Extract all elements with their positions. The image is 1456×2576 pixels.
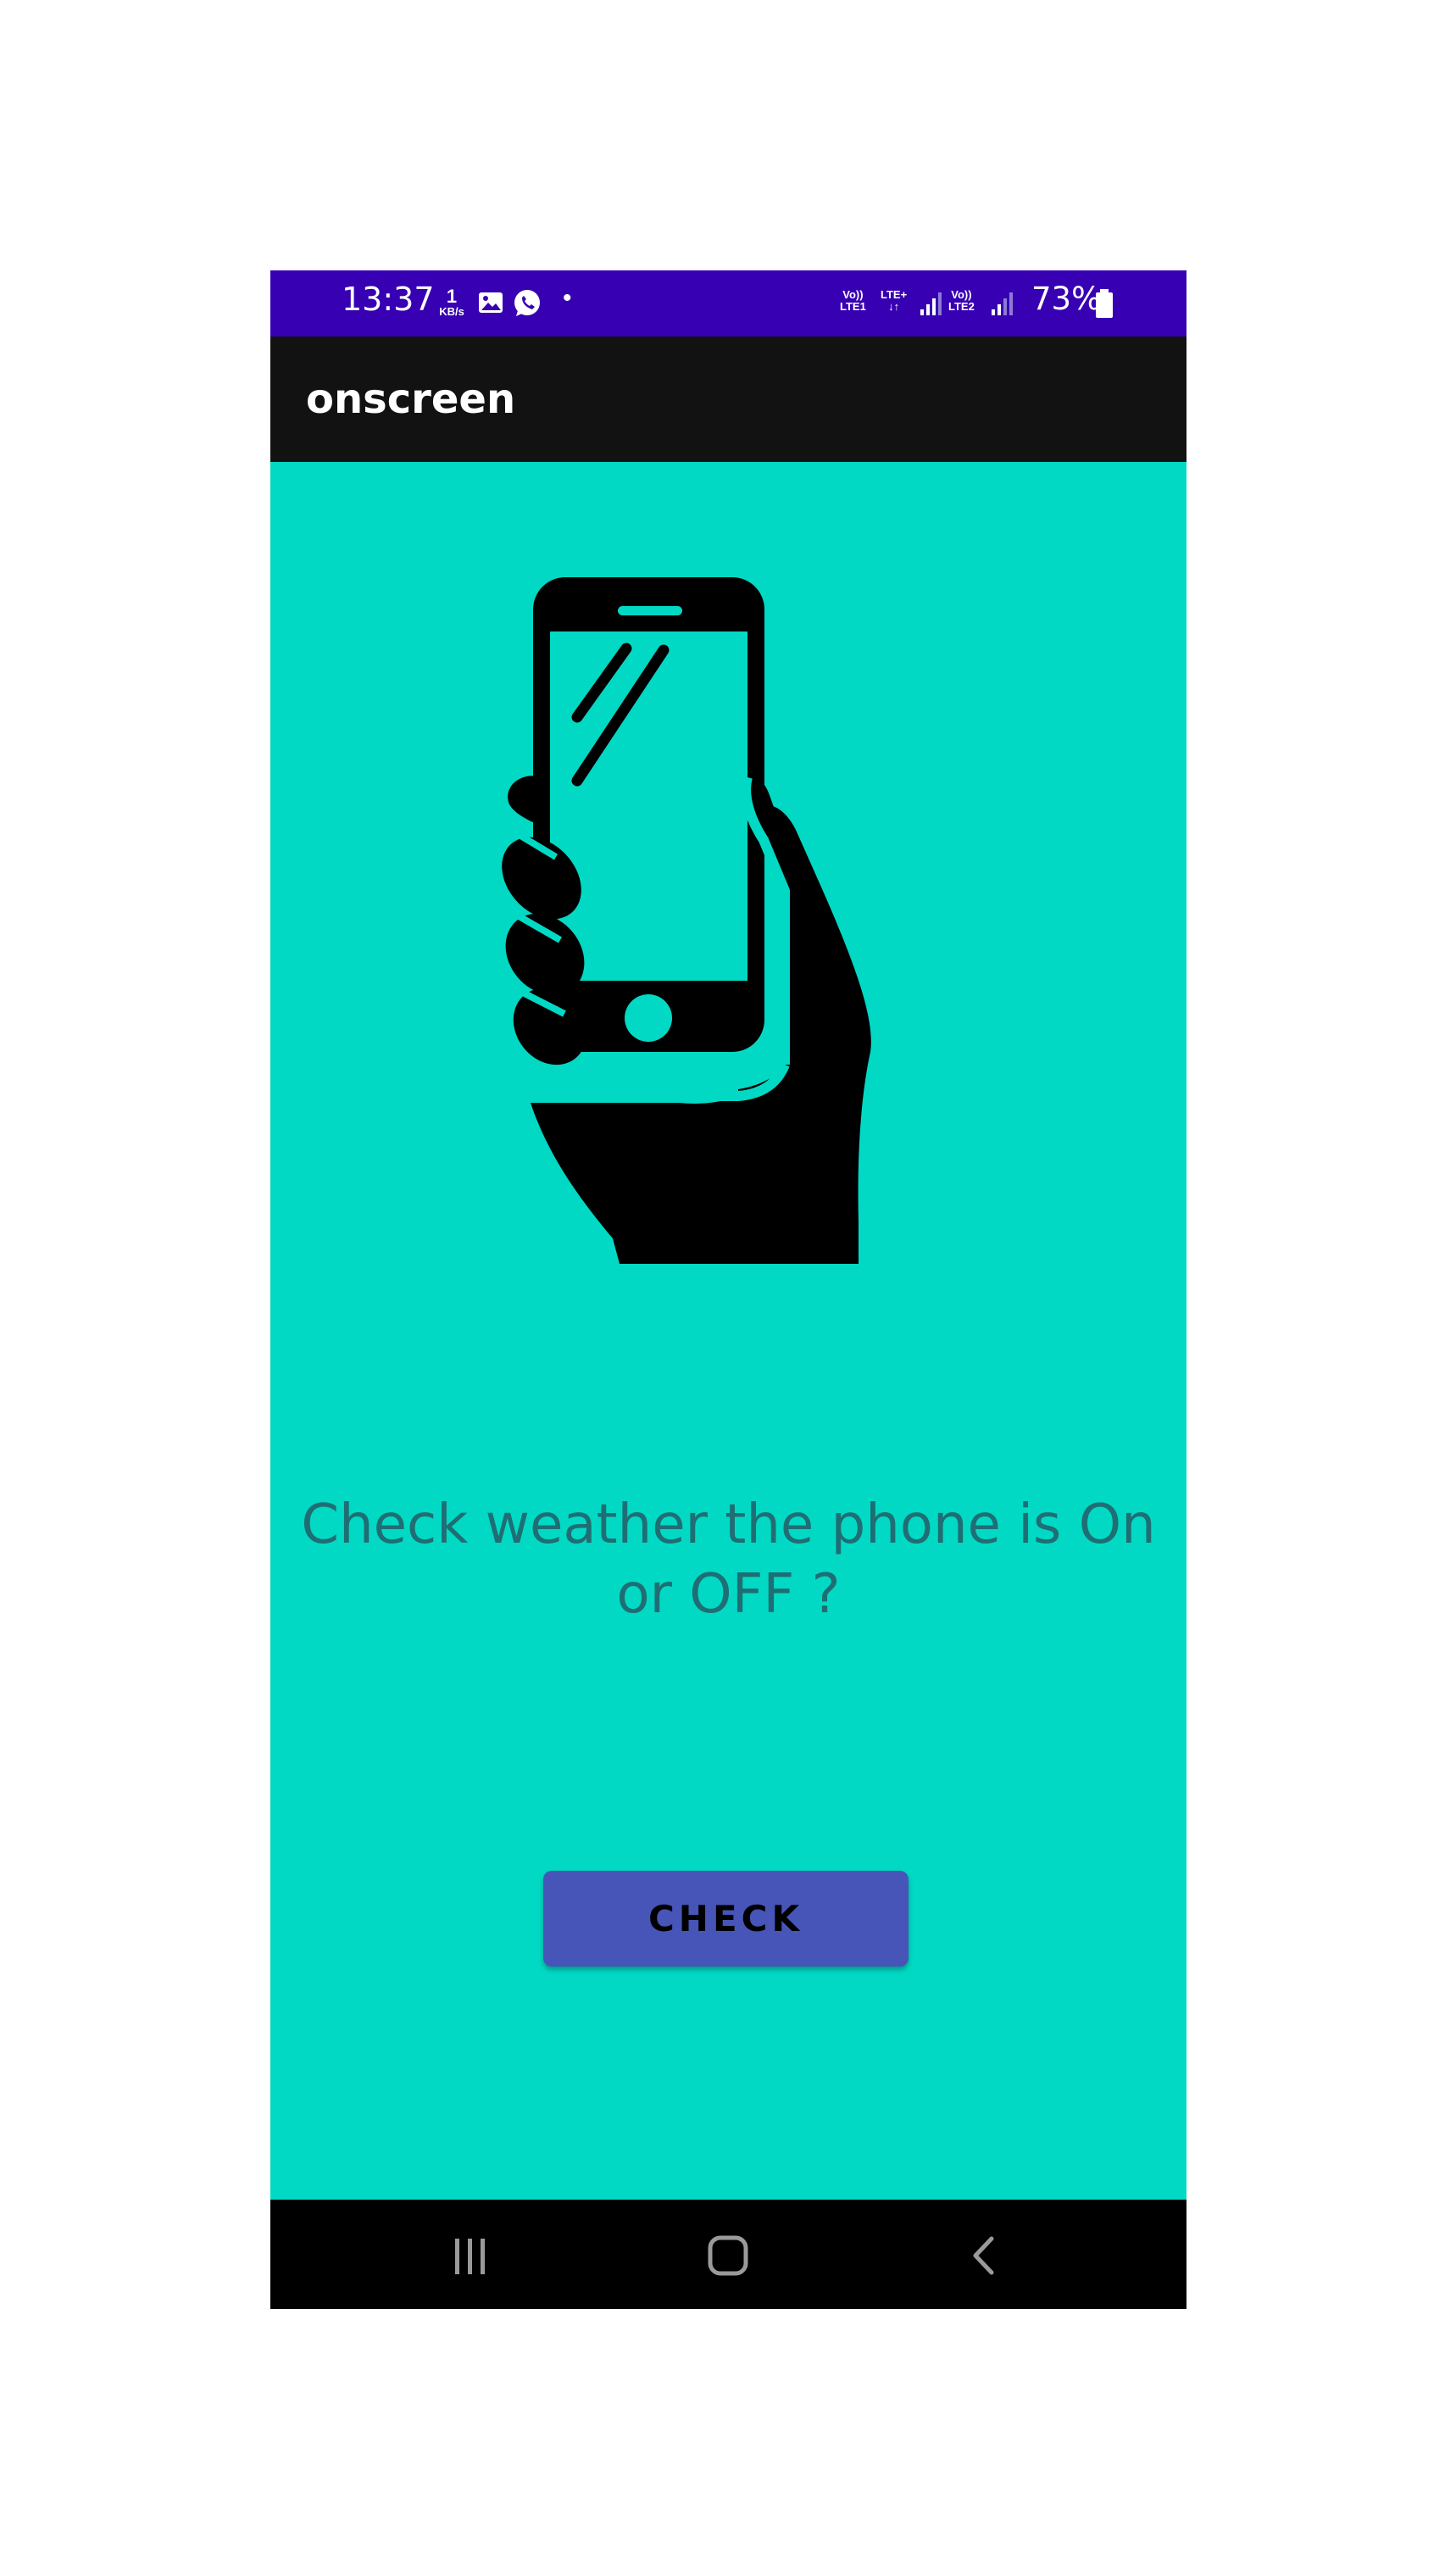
home-icon[interactable] — [694, 2228, 762, 2283]
sim2-status: Vo)) LTE2 — [948, 289, 975, 312]
app-bar: onscreen — [270, 337, 1186, 462]
navigation-bar — [270, 2200, 1186, 2309]
sim2-label: LTE2 — [948, 299, 975, 313]
hand-holding-phone-icon — [502, 577, 871, 1264]
notification-dot-icon: • — [563, 284, 572, 312]
data-arrows-icon: ↓↑ — [888, 299, 900, 313]
sim2-volte: Vo)) — [951, 288, 972, 301]
status-time: 13:37 — [342, 281, 435, 318]
status-bar: 13:37 1 KB/s • Vo)) LTE1 LTE+ ↓↑ Vo)) LT… — [270, 270, 1186, 337]
recent-apps-icon[interactable] — [436, 2228, 503, 2283]
lte-plus-label: LTE+ — [881, 288, 908, 301]
network-speed-unit: KB/s — [439, 305, 464, 318]
check-prompt-text: Check weather the phone is On or OFF ? — [301, 1494, 1156, 1626]
gallery-icon — [477, 289, 504, 320]
network-speed-value: 1 — [446, 286, 458, 307]
signal-icon — [991, 291, 1014, 320]
signal-icon — [920, 291, 943, 320]
sim1-label: LTE1 — [840, 299, 866, 313]
sim1-status: Vo)) LTE1 — [840, 289, 866, 312]
lte-plus-status: LTE+ ↓↑ — [881, 289, 907, 312]
phone-screen: 13:37 1 KB/s • Vo)) LTE1 LTE+ ↓↑ Vo)) LT… — [270, 270, 1186, 2309]
network-speed: 1 KB/s — [433, 286, 470, 318]
battery-icon — [1094, 287, 1114, 324]
app-title: onscreen — [306, 376, 516, 423]
battery-percent: 73% — [1031, 281, 1102, 317]
whatsapp-icon — [511, 287, 543, 324]
sim1-volte: Vo)) — [842, 288, 864, 301]
check-button[interactable]: CHECK — [543, 1871, 909, 1967]
back-icon[interactable] — [950, 2228, 1018, 2283]
